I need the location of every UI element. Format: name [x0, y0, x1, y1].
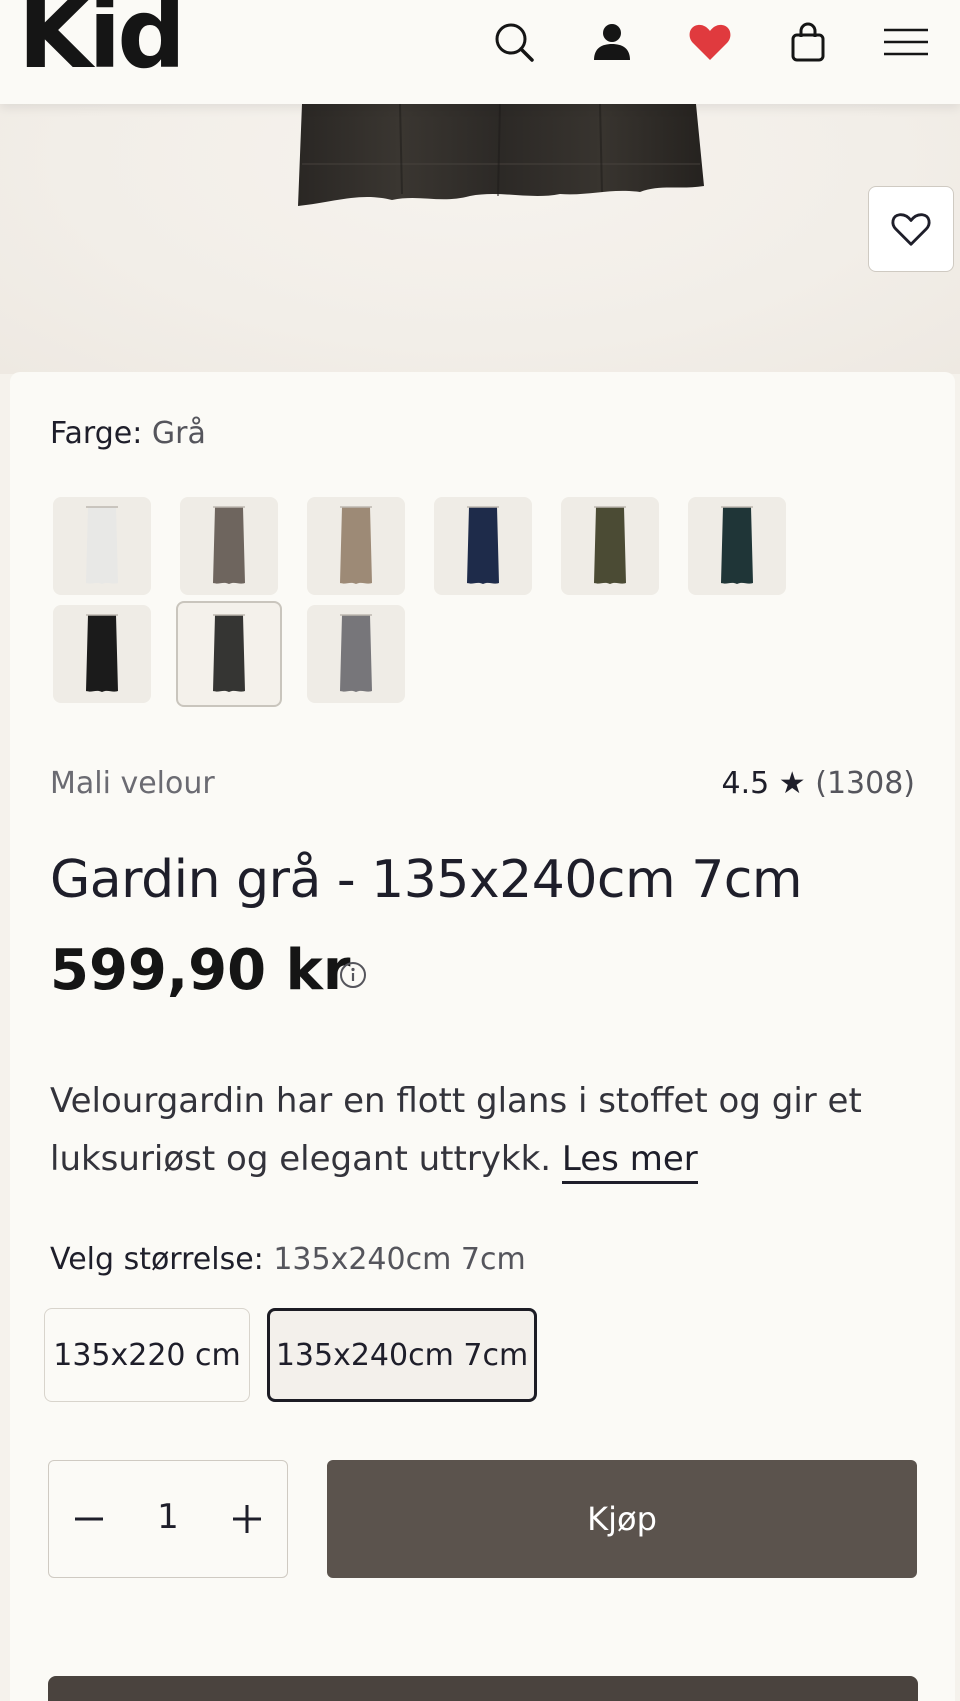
- size-label-value: 135x240cm 7cm: [273, 1242, 526, 1277]
- star-icon: ★: [778, 766, 806, 801]
- increase-quantity-button[interactable]: [219, 1491, 275, 1547]
- buy-button[interactable]: Kjøp: [327, 1460, 917, 1578]
- color-swatch-sand[interactable]: [307, 497, 405, 595]
- color-swatch-dark-green[interactable]: [688, 497, 786, 595]
- size-option-135x240[interactable]: 135x240cm 7cm: [267, 1308, 537, 1402]
- curtain-thumbnail: [86, 506, 118, 584]
- size-option-135x220[interactable]: 135x220 cm: [44, 1308, 250, 1402]
- color-label: Farge: Grå: [50, 416, 206, 451]
- color-label-value: Grå: [151, 416, 206, 451]
- color-swatch-navy[interactable]: [434, 497, 532, 595]
- curtain-thumbnail: [467, 506, 499, 584]
- color-label-key: Farge:: [50, 416, 143, 451]
- color-swatch-light-grey[interactable]: [307, 605, 405, 703]
- product-price: 599,90 kr: [50, 938, 351, 1003]
- bag-icon[interactable]: [780, 14, 836, 70]
- user-icon[interactable]: [584, 14, 640, 70]
- product-title: Gardin grå - 135x240cm 7cm: [50, 850, 803, 910]
- curtain-thumbnail: [340, 614, 372, 692]
- size-label: Velg størrelse: 135x240cm 7cm: [50, 1242, 526, 1277]
- color-swatch-white[interactable]: [53, 497, 151, 595]
- plus-icon: [233, 1505, 261, 1533]
- rating-value: 4.5: [721, 766, 770, 801]
- heart-icon[interactable]: [682, 14, 738, 70]
- curtain-thumbnail: [213, 614, 245, 692]
- info-icon[interactable]: [338, 960, 368, 990]
- quantity-stepper: 1: [48, 1460, 288, 1578]
- rating-count: (1308): [815, 766, 915, 801]
- color-swatch-black[interactable]: [53, 605, 151, 703]
- color-swatch-olive[interactable]: [561, 497, 659, 595]
- secondary-action-button[interactable]: [48, 1676, 918, 1701]
- logo[interactable]: Kid: [18, 0, 186, 82]
- brand-name[interactable]: Mali velour: [50, 766, 215, 801]
- curtain-thumbnail: [86, 614, 118, 692]
- site-header: Kid: [0, 0, 960, 104]
- rating[interactable]: 4.5 ★ (1308): [722, 766, 915, 801]
- size-label-key: Velg størrelse:: [50, 1242, 264, 1277]
- color-swatch-grey[interactable]: [176, 601, 282, 707]
- curtain-thumbnail: [340, 506, 372, 584]
- product-image[interactable]: [0, 103, 960, 374]
- description-text: Velourgardin har en flott glans i stoffe…: [50, 1081, 862, 1179]
- product-description: Velourgardin har en flott glans i stoffe…: [50, 1072, 920, 1188]
- curtain-thumbnail: [213, 506, 245, 584]
- product-page: Kid Farge: Grå Mali velour 4.5 ★ (1308) …: [0, 0, 960, 1701]
- wishlist-button[interactable]: [868, 186, 954, 272]
- heart-outline-icon: [891, 213, 931, 246]
- search-icon[interactable]: [486, 14, 542, 70]
- menu-icon[interactable]: [878, 14, 934, 70]
- curtain-image: [298, 103, 704, 206]
- curtain-thumbnail: [594, 506, 626, 584]
- read-more-link[interactable]: Les mer: [561, 1139, 698, 1184]
- curtain-thumbnail: [721, 506, 753, 584]
- color-swatch-taupe[interactable]: [180, 497, 278, 595]
